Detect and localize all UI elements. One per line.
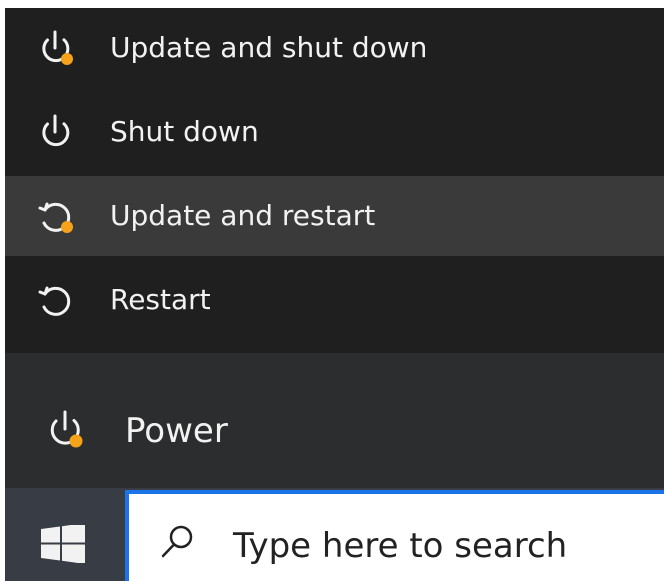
start-menu-panel: Power xyxy=(5,353,664,488)
menu-item-restart[interactable]: Restart xyxy=(5,260,664,340)
menu-item-label: Update and restart xyxy=(110,199,376,232)
menu-item-update-and-shut-down[interactable]: Update and shut down xyxy=(5,8,664,88)
power-icon xyxy=(35,112,79,156)
power-label: Power xyxy=(125,411,228,451)
power-button[interactable]: Power xyxy=(5,393,335,468)
menu-item-update-and-restart[interactable]: Update and restart xyxy=(5,176,664,256)
update-restart-icon xyxy=(35,196,79,240)
search-placeholder: Type here to search xyxy=(233,526,568,566)
search-icon xyxy=(159,524,195,560)
windows-icon xyxy=(41,523,85,564)
start-button[interactable] xyxy=(5,488,125,581)
search-box[interactable]: Type here to search xyxy=(125,490,664,581)
menu-item-label: Update and shut down xyxy=(110,31,428,64)
update-shutdown-icon xyxy=(35,28,79,72)
power-update-icon xyxy=(43,408,89,454)
menu-item-label: Shut down xyxy=(110,115,259,148)
menu-item-label: Restart xyxy=(110,283,211,316)
restart-icon xyxy=(35,280,79,324)
screen: Update and shut down Shut down Update an… xyxy=(0,0,665,581)
power-options-menu: Update and shut down Shut down Update an… xyxy=(5,8,664,353)
menu-item-shut-down[interactable]: Shut down xyxy=(5,92,664,172)
taskbar: Type here to search xyxy=(5,488,664,581)
